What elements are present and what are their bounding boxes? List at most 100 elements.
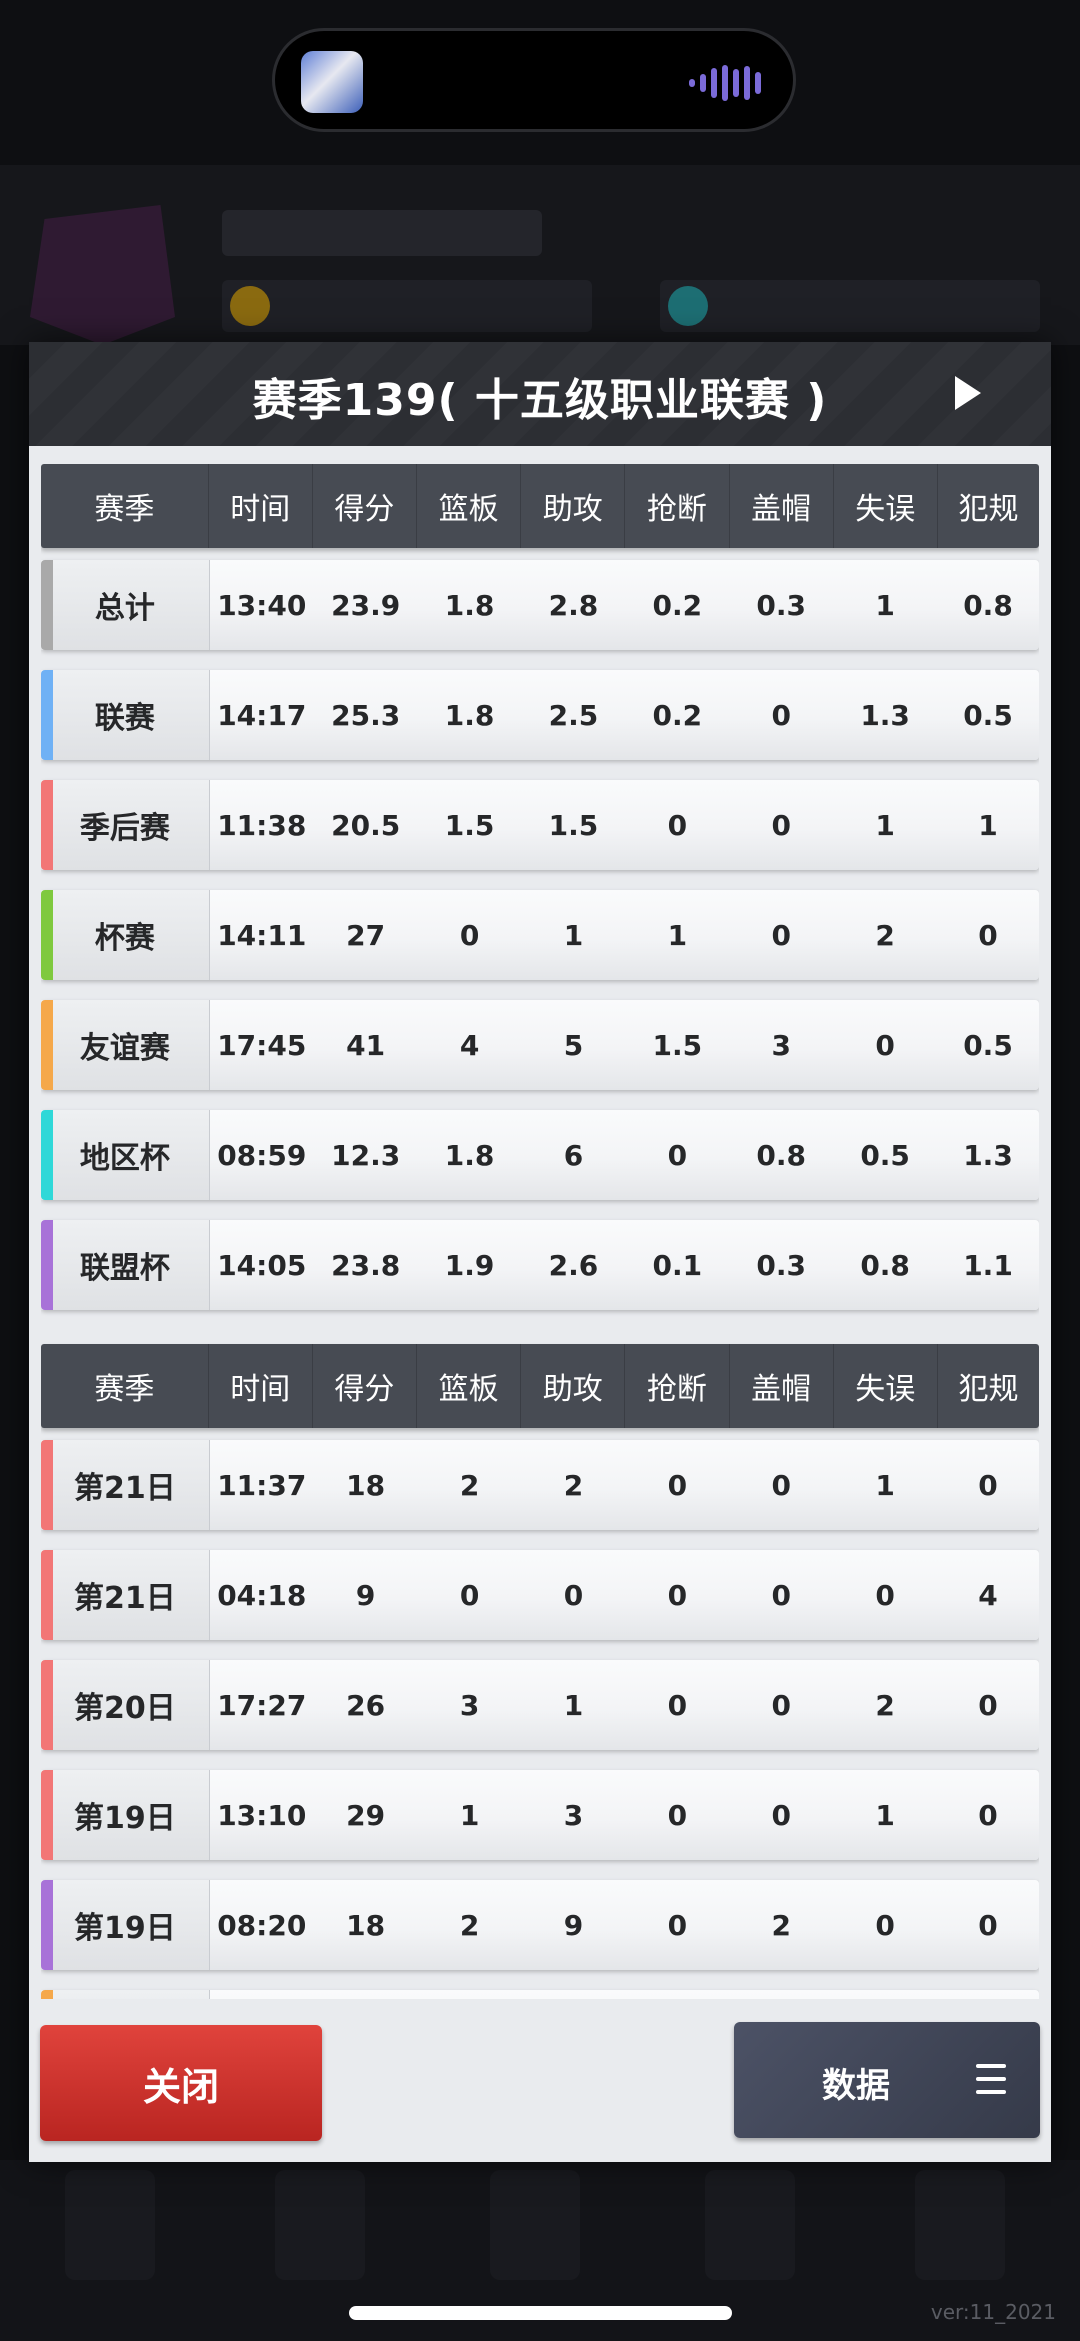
column-header: 篮板 <box>417 464 522 548</box>
stat-cell: 0 <box>771 1798 791 1832</box>
row-accent-bar <box>41 890 53 980</box>
stat-cell: 1.5 <box>444 808 495 842</box>
modal-header: 赛季139( 十五级职业联赛 ) <box>29 342 1051 446</box>
summary-row[interactable]: 季后赛 11:38 20.5 1.5 1.5 0 0 1 1 <box>41 780 1039 870</box>
stat-cell: 4 <box>978 1578 998 1612</box>
stat-cell: 0 <box>459 1578 480 1612</box>
stat-cell: 23.8 <box>331 1248 401 1282</box>
stat-cell: 1.5 <box>652 1028 703 1062</box>
stat-cell: 2 <box>875 918 895 952</box>
stat-cell: 1.1 <box>963 1248 1013 1282</box>
stat-cell: 0 <box>667 1138 688 1172</box>
row-label: 第21日 <box>41 1550 210 1640</box>
stat-cell: 3 <box>459 1688 480 1722</box>
stat-cell: 0.5 <box>860 1138 910 1172</box>
row-accent-bar <box>41 1220 53 1310</box>
data-button-label: 数据 <box>822 2066 890 2106</box>
row-label: 第19日 <box>41 1770 210 1860</box>
close-button[interactable]: 关闭 <box>40 2025 322 2141</box>
game-row[interactable] <box>41 1990 1039 1999</box>
stat-cell: 9 <box>563 1908 584 1942</box>
column-header: 抢断 <box>625 1344 730 1428</box>
game-row[interactable]: 第21日 11:37 18 2 2 0 0 1 0 <box>41 1440 1039 1530</box>
home-indicator[interactable] <box>349 2306 732 2320</box>
summary-row[interactable]: 联赛 14:17 25.3 1.8 2.5 0.2 0 1.3 0.5 <box>41 670 1039 760</box>
nav-item-2 <box>275 2170 365 2280</box>
stat-cell: 1.8 <box>444 1138 495 1172</box>
stat-cell: 4 <box>459 1028 480 1062</box>
stat-cell: 0 <box>771 1468 791 1502</box>
stat-cell: 0 <box>875 1578 895 1612</box>
stat-cell: 0.8 <box>860 1248 910 1282</box>
row-label: 联赛 <box>41 670 210 760</box>
game-row[interactable]: 第21日 04:18 9 0 0 0 0 0 4 <box>41 1550 1039 1640</box>
row-label <box>41 1990 210 1999</box>
stat-cell: 1.5 <box>548 808 599 842</box>
diamond-currency <box>660 280 1040 332</box>
stat-cell: 41 <box>346 1028 386 1062</box>
game-row[interactable]: 第19日 13:10 29 1 3 0 0 1 0 <box>41 1770 1039 1860</box>
summary-row[interactable]: 总计 13:40 23.9 1.8 2.8 0.2 0.3 1 0.8 <box>41 560 1039 650</box>
data-button[interactable]: 数据 <box>734 2022 1040 2138</box>
stat-cell: 0.2 <box>652 698 703 732</box>
stat-cell <box>418 1990 522 1999</box>
column-header: 时间 <box>209 464 313 548</box>
row-label: 季后赛 <box>41 780 210 870</box>
stat-cell <box>522 1990 626 1999</box>
stat-cell: 17:27 <box>217 1688 307 1722</box>
stat-cell: 1 <box>563 918 584 952</box>
stat-cell: 1 <box>875 808 895 842</box>
row-label: 第20日 <box>41 1660 210 1750</box>
stat-cell: 29 <box>346 1798 386 1832</box>
stat-cell: 14:17 <box>217 698 307 732</box>
stat-cell: 0 <box>771 808 791 842</box>
stat-cell: 0 <box>667 1688 688 1722</box>
stat-cell: 1 <box>459 1798 480 1832</box>
table-header-row: 赛季 时间 得分 篮板 助攻 抢断 盖帽 失误 犯规 <box>41 1344 1039 1428</box>
stat-cell: 0.1 <box>652 1248 703 1282</box>
stat-cell: 27 <box>346 918 386 952</box>
game-row[interactable]: 第20日 17:27 26 3 1 0 0 2 0 <box>41 1660 1039 1750</box>
dynamic-island[interactable] <box>272 28 796 132</box>
row-label: 第19日 <box>41 1880 210 1970</box>
stat-cell: 25.3 <box>331 698 401 732</box>
column-header: 盖帽 <box>730 1344 834 1428</box>
stat-cell: 1 <box>667 918 688 952</box>
stat-cell: 1 <box>563 1688 584 1722</box>
stat-cell: 1.9 <box>444 1248 495 1282</box>
stat-cell: 17:45 <box>217 1028 307 1062</box>
stat-cell: 2 <box>875 1688 895 1722</box>
summary-row[interactable]: 友谊赛 17:45 41 4 5 1.5 3 0 0.5 <box>41 1000 1039 1090</box>
stat-cell: 2 <box>771 1908 791 1942</box>
stat-cell: 0 <box>563 1578 584 1612</box>
stat-cell: 2.5 <box>548 698 599 732</box>
row-label: 总计 <box>41 560 210 650</box>
stat-cell: 0 <box>978 918 998 952</box>
stat-cell: 23.9 <box>331 588 401 622</box>
row-accent-bar <box>41 670 53 760</box>
summary-row[interactable]: 杯赛 14:11 27 0 1 1 0 2 0 <box>41 890 1039 980</box>
summary-row[interactable]: 联盟杯 14:05 23.8 1.9 2.6 0.1 0.3 0.8 1.1 <box>41 1220 1039 1310</box>
row-accent-bar <box>41 1660 53 1750</box>
summary-row[interactable]: 地区杯 08:59 12.3 1.8 6 0 0.8 0.5 1.3 <box>41 1110 1039 1200</box>
game-row[interactable]: 第19日 08:20 18 2 9 0 2 0 0 <box>41 1880 1039 1970</box>
version-text: ver:11_2021 <box>930 2300 1056 2324</box>
stats-table[interactable]: 赛季 时间 得分 篮板 助攻 抢断 盖帽 失误 犯规 总计 13:40 23.9 1.8 2.8 0.2 0.… <box>41 464 1039 1999</box>
stat-cell: 0 <box>771 1688 791 1722</box>
stat-cell: 6 <box>563 1138 584 1172</box>
row-label: 第21日 <box>41 1440 210 1530</box>
stat-cell: 0 <box>771 698 791 732</box>
stat-cell: 04:18 <box>217 1578 307 1612</box>
stat-cell: 0 <box>771 918 791 952</box>
stat-cell: 0.5 <box>963 1028 1013 1062</box>
stat-cell: 12.3 <box>331 1138 401 1172</box>
stat-cell <box>937 1990 1039 1999</box>
stat-cell: 1 <box>875 1798 895 1832</box>
play-triangle-icon[interactable] <box>955 376 981 410</box>
stat-cell: 1.3 <box>963 1138 1013 1172</box>
stat-cell <box>625 1990 729 1999</box>
column-header: 时间 <box>209 1344 313 1428</box>
stat-cell: 1 <box>978 808 998 842</box>
stat-cell: 2.8 <box>548 588 599 622</box>
column-header: 赛季 <box>41 1344 209 1428</box>
